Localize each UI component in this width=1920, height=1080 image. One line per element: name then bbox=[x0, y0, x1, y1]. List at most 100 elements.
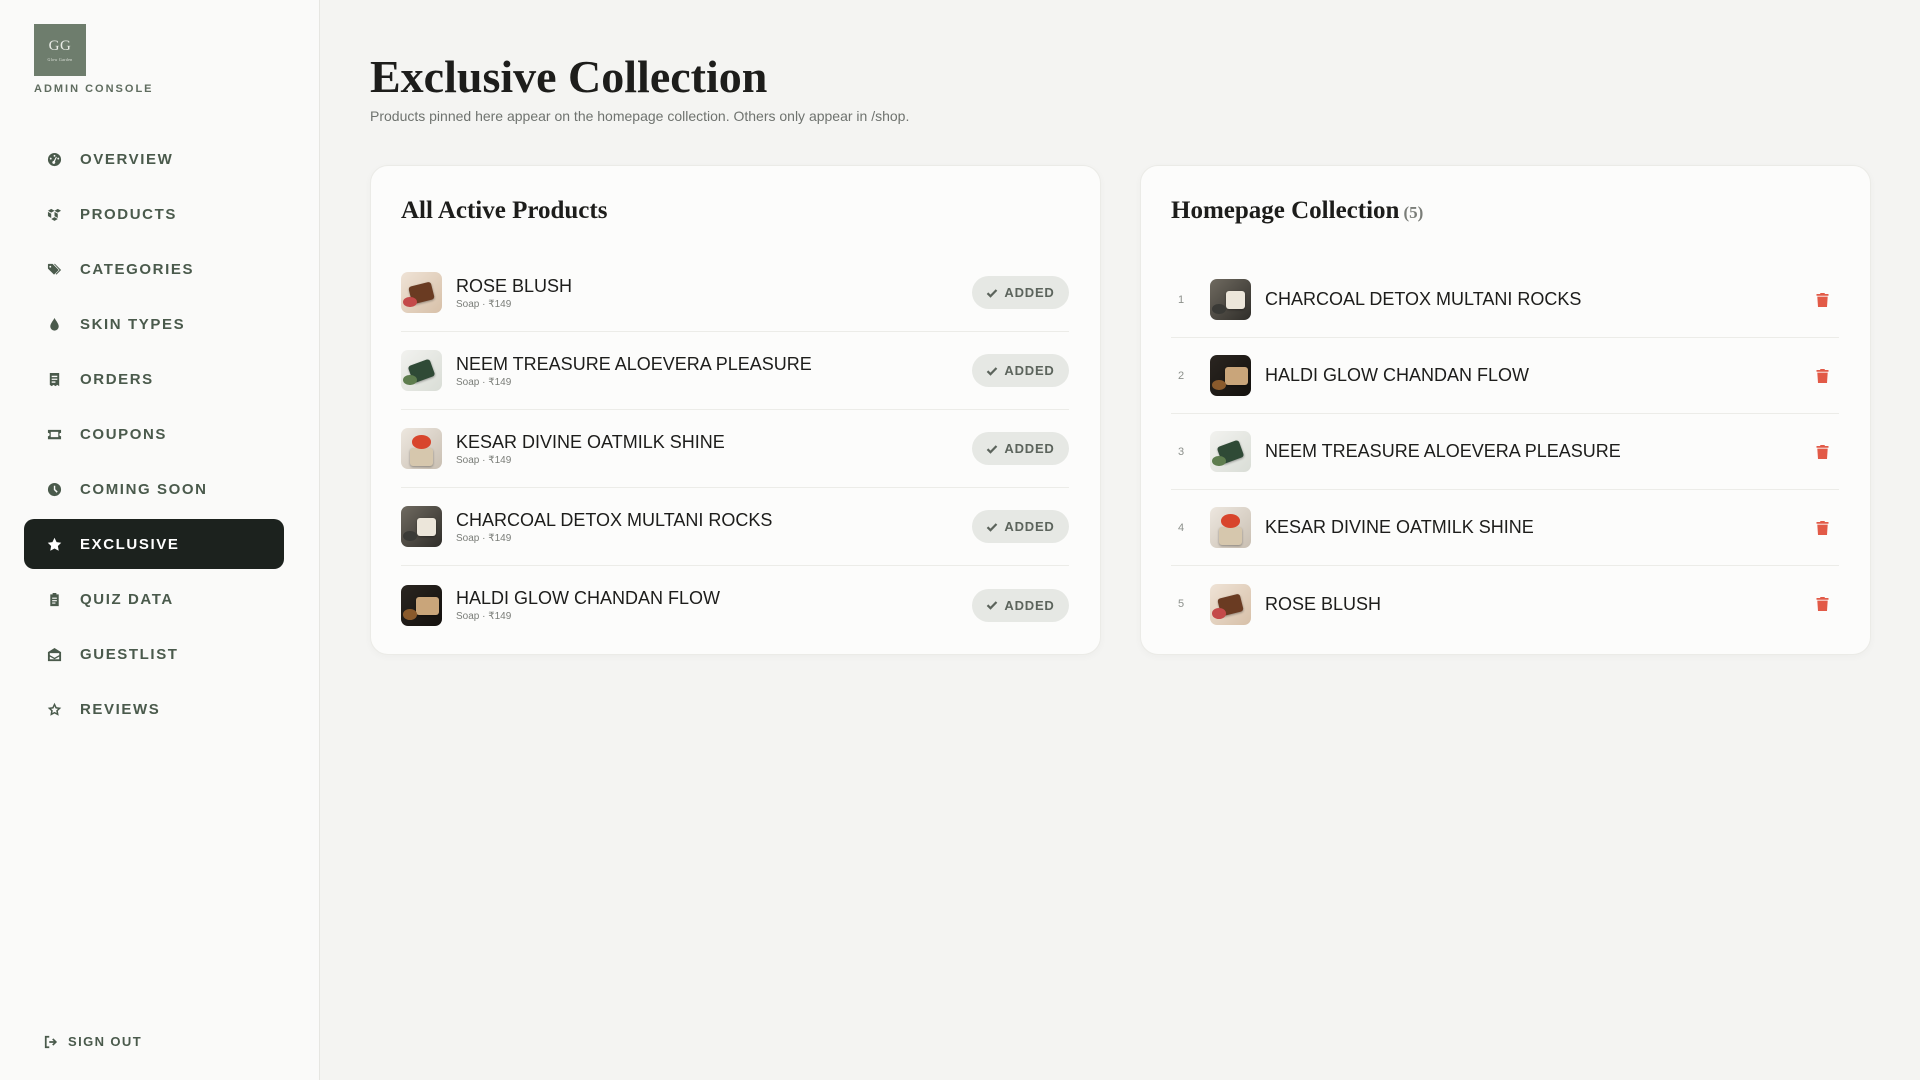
list-item: HALDI GLOW CHANDAN FLOW Soap · ₹149 ADDE… bbox=[401, 566, 1069, 644]
sidebar-item-products[interactable]: PRODUCTS bbox=[24, 189, 284, 239]
collection-count: (5) bbox=[1403, 203, 1424, 222]
list-item[interactable]: 1 CHARCOAL DETOX MULTANI ROCKS bbox=[1171, 262, 1839, 338]
product-name: ROSE BLUSH bbox=[1265, 593, 1382, 614]
added-button[interactable]: ADDED bbox=[972, 432, 1069, 465]
logo-subtext: Glow Garden bbox=[47, 56, 73, 62]
droplet-icon bbox=[45, 315, 63, 333]
tags-icon bbox=[45, 260, 63, 278]
list-item: NEEM TREASURE ALOEVERA PLEASURE Soap · ₹… bbox=[401, 332, 1069, 410]
sidebar-item-categories[interactable]: CATEGORIES bbox=[24, 244, 284, 294]
product-thumbnail bbox=[401, 428, 442, 469]
sidebar-item-label: QUIZ DATA bbox=[80, 590, 174, 608]
product-meta: Soap · ₹149 bbox=[456, 611, 512, 622]
list-item[interactable]: 4 KESAR DIVINE OATMILK SHINE bbox=[1171, 490, 1839, 566]
homepage-collection-title: Homepage Collection (5) bbox=[1171, 197, 1423, 225]
sidebar-item-label: SKIN TYPES bbox=[80, 315, 186, 333]
list-item[interactable]: 3 NEEM TREASURE ALOEVERA PLEASURE bbox=[1171, 414, 1839, 490]
sidebar-item-label: REVIEWS bbox=[80, 700, 161, 718]
check-icon bbox=[987, 601, 998, 610]
trash-icon bbox=[1816, 368, 1828, 383]
sidebar-item-overview[interactable]: OVERVIEW bbox=[24, 134, 284, 184]
sidebar: GG Glow Garden ADMIN CONSOLE OVERVIEW PR… bbox=[0, 0, 320, 1080]
product-meta: Soap · ₹149 bbox=[456, 376, 512, 388]
sidebar-item-orders[interactable]: ORDERS bbox=[24, 354, 284, 404]
product-thumbnail bbox=[401, 584, 442, 626]
sidebar-item-label: PRODUCTS bbox=[80, 205, 177, 223]
trash-icon bbox=[1816, 444, 1828, 459]
remove-button[interactable] bbox=[1807, 361, 1837, 391]
product-name: HALDI GLOW CHANDAN FLOW bbox=[456, 588, 721, 608]
sign-out-label: SIGN OUT bbox=[68, 1034, 143, 1049]
sidebar-item-label: EXCLUSIVE bbox=[80, 535, 180, 553]
sidebar-item-exclusive[interactable]: EXCLUSIVE bbox=[24, 519, 284, 569]
list-item[interactable]: 2 HALDI GLOW CHANDAN FLOW bbox=[1171, 338, 1839, 414]
sidebar-nav: OVERVIEW PRODUCTS CATEGORIES SKIN TYPES … bbox=[24, 134, 284, 739]
trash-icon bbox=[1816, 292, 1828, 307]
added-label: ADDED bbox=[1004, 519, 1055, 534]
trash-icon bbox=[1816, 597, 1828, 611]
sign-out-icon bbox=[44, 1035, 58, 1048]
product-name: ROSE BLUSH bbox=[456, 275, 573, 296]
list-item[interactable]: 5 ROSE BLUSH bbox=[1171, 566, 1839, 642]
sidebar-item-label: ORDERS bbox=[80, 370, 154, 388]
check-icon bbox=[987, 444, 998, 454]
all-products-card: All Active Products ROSE BLUSH Soap · ₹1… bbox=[370, 165, 1101, 655]
added-label: ADDED bbox=[1004, 441, 1055, 456]
remove-button[interactable] bbox=[1807, 285, 1837, 315]
remove-button[interactable] bbox=[1807, 513, 1837, 543]
added-button[interactable]: ADDED bbox=[972, 354, 1069, 387]
product-name: KESAR DIVINE OATMILK SHINE bbox=[456, 431, 725, 452]
list-item: KESAR DIVINE OATMILK SHINE Soap · ₹149 A… bbox=[401, 410, 1069, 488]
added-label: ADDED bbox=[1004, 285, 1055, 300]
product-meta: Soap · ₹149 bbox=[456, 298, 512, 310]
sidebar-item-coming-soon[interactable]: COMING SOON bbox=[24, 464, 284, 514]
sidebar-item-coupons[interactable]: COUPONS bbox=[24, 409, 284, 459]
check-icon bbox=[987, 288, 998, 298]
collection-index: 3 bbox=[1177, 445, 1185, 458]
boxes-icon bbox=[45, 205, 63, 223]
product-meta: Soap · ₹149 bbox=[456, 454, 512, 466]
product-thumbnail bbox=[401, 506, 442, 547]
sidebar-item-reviews[interactable]: REVIEWS bbox=[24, 684, 284, 734]
remove-button[interactable] bbox=[1807, 437, 1837, 467]
product-name: KESAR DIVINE OATMILK SHINE bbox=[1265, 517, 1534, 537]
list-item: ROSE BLUSH Soap · ₹149 ADDED bbox=[401, 254, 1069, 332]
gauge-icon bbox=[45, 150, 63, 168]
product-meta: Soap · ₹149 bbox=[456, 532, 512, 544]
homepage-collection-card: Homepage Collection (5) 1 CHARCOAL DETOX … bbox=[1140, 165, 1871, 655]
brand-logo[interactable]: GG Glow Garden bbox=[34, 24, 86, 76]
sidebar-item-skin-types[interactable]: SKIN TYPES bbox=[24, 299, 284, 349]
collection-index: 2 bbox=[1177, 369, 1185, 382]
product-thumbnail bbox=[1210, 507, 1251, 548]
added-button[interactable]: ADDED bbox=[972, 276, 1069, 309]
sign-out-button[interactable]: SIGN OUT bbox=[44, 1034, 142, 1049]
clock-icon bbox=[45, 480, 63, 498]
product-name: NEEM TREASURE ALOEVERA PLEASURE bbox=[1265, 441, 1621, 461]
product-name: CHARCOAL DETOX MULTANI ROCKS bbox=[1265, 289, 1582, 309]
product-thumbnail bbox=[401, 272, 442, 313]
homepage-collection-list: 1 CHARCOAL DETOX MULTANI ROCKS 2 HALDI G… bbox=[1171, 262, 1839, 642]
all-products-title: All Active Products bbox=[401, 197, 608, 224]
collection-index: 1 bbox=[1177, 293, 1185, 306]
star-outline-icon bbox=[45, 700, 63, 718]
all-products-list: ROSE BLUSH Soap · ₹149 ADDED NEEM TREASU… bbox=[401, 254, 1069, 644]
product-name: HALDI GLOW CHANDAN FLOW bbox=[1265, 365, 1530, 385]
added-button[interactable]: ADDED bbox=[972, 588, 1069, 622]
sidebar-item-label: OVERVIEW bbox=[80, 150, 174, 168]
check-icon bbox=[987, 522, 998, 532]
product-thumbnail bbox=[401, 350, 442, 391]
sidebar-item-guestlist[interactable]: GUESTLIST bbox=[24, 629, 284, 679]
envelope-open-icon bbox=[45, 645, 63, 663]
product-name: NEEM TREASURE ALOEVERA PLEASURE bbox=[456, 353, 812, 374]
sidebar-item-quiz-data[interactable]: QUIZ DATA bbox=[24, 574, 284, 624]
product-thumbnail bbox=[1210, 355, 1251, 396]
page-title: Exclusive Collection bbox=[370, 51, 768, 102]
added-button[interactable]: ADDED bbox=[972, 510, 1069, 543]
console-label: ADMIN CONSOLE bbox=[34, 83, 154, 95]
added-label: ADDED bbox=[1004, 597, 1055, 613]
brand: GG Glow Garden ADMIN CONSOLE bbox=[34, 24, 154, 95]
product-thumbnail bbox=[1210, 583, 1251, 625]
product-name: CHARCOAL DETOX MULTANI ROCKS bbox=[456, 509, 773, 530]
remove-button[interactable] bbox=[1807, 589, 1837, 619]
product-thumbnail bbox=[1210, 431, 1251, 472]
